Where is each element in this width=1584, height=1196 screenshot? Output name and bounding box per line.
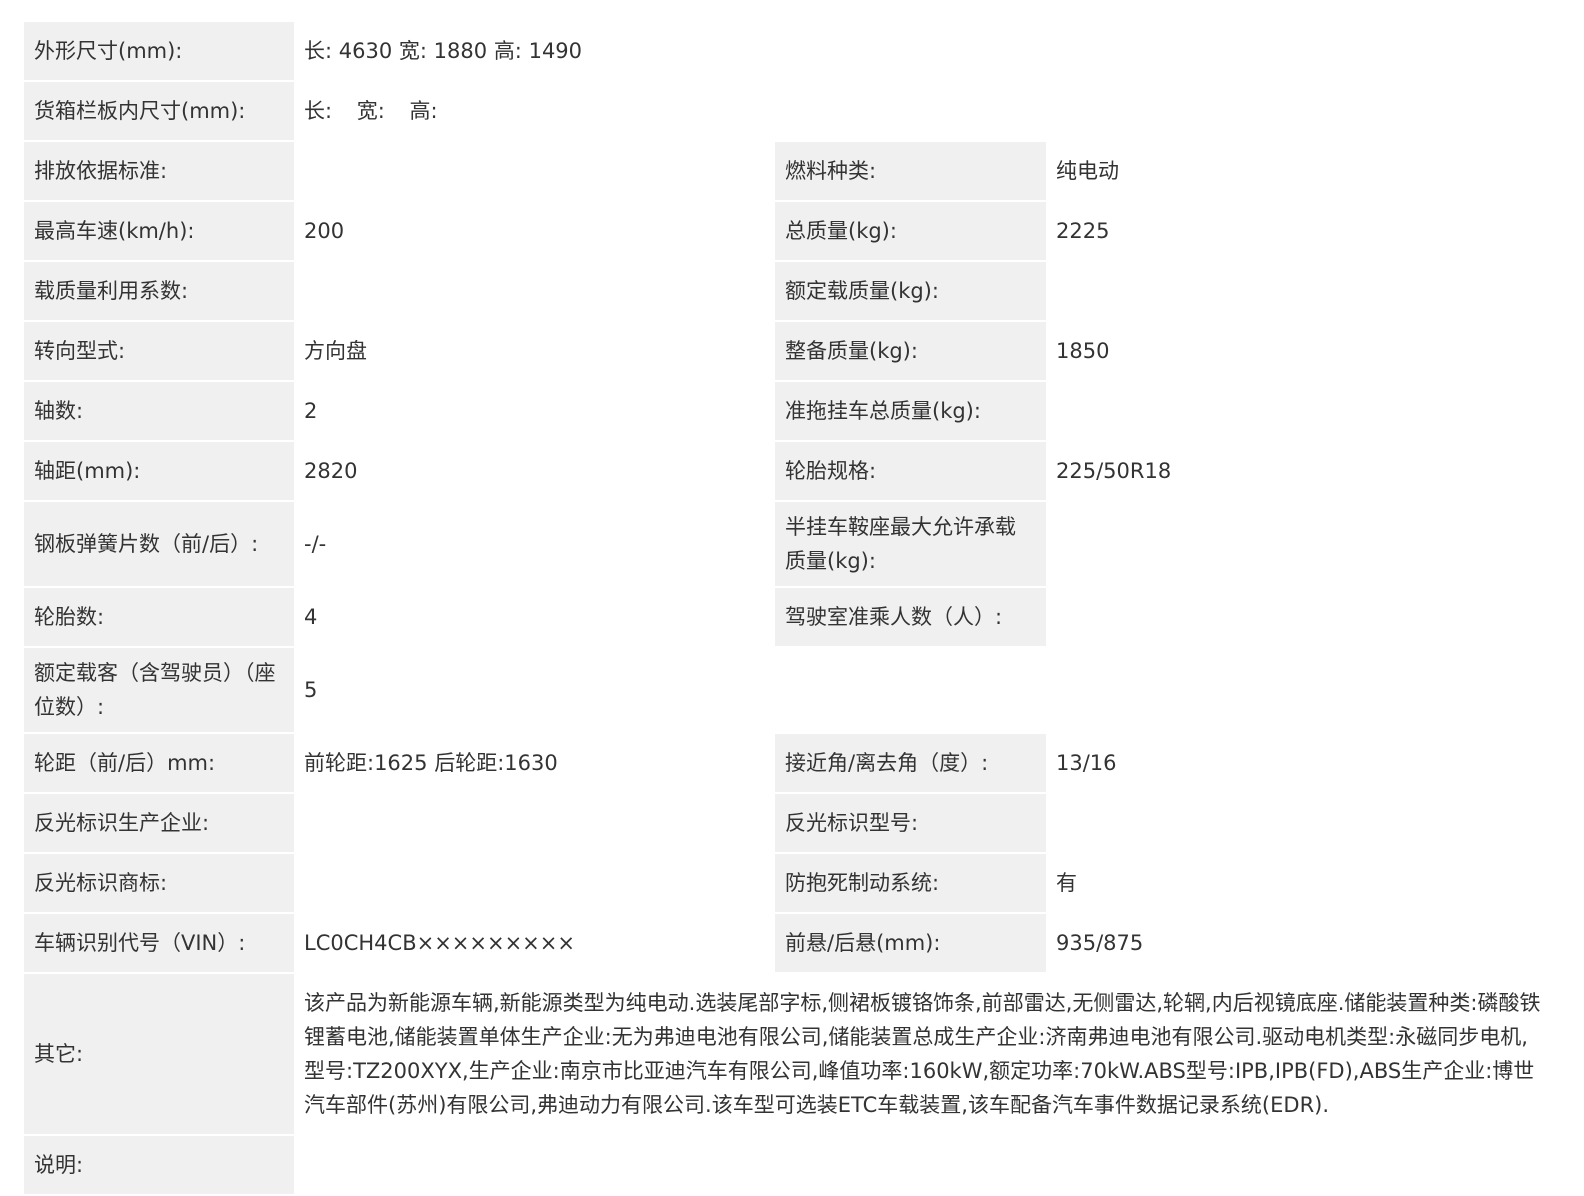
value-leaf-spring: -/- xyxy=(294,502,775,586)
spec-sheet: 外形尺寸(mm): 长: 4630 宽: 1880 高: 1490 货箱栏板内尺… xyxy=(24,20,1554,1196)
value-angles: 13/16 xyxy=(1046,734,1554,792)
label-leaf-spring: 钢板弹簧片数（前/后）: xyxy=(24,502,294,586)
label-emission: 排放依据标准: xyxy=(24,142,294,200)
row-vin: 车辆识别代号（VIN）: LC0CH4CB××××××××× 前悬/后悬(mm)… xyxy=(24,914,1554,972)
label-total-mass: 总质量(kg): xyxy=(775,202,1046,260)
value-saddle-load xyxy=(1046,502,1554,586)
row-cargo-box: 货箱栏板内尺寸(mm): 长: 宽: 高: xyxy=(24,82,1554,140)
value-total-mass: 2225 xyxy=(1046,202,1554,260)
row-dimensions: 外形尺寸(mm): 长: 4630 宽: 1880 高: 1490 xyxy=(24,22,1554,80)
cargo-width-label: 宽: xyxy=(356,99,385,123)
label-saddle-load: 半挂车鞍座最大允许承载质量(kg): xyxy=(775,502,1046,586)
label-wheelbase: 轴距(mm): xyxy=(24,442,294,500)
value-other: 该产品为新能源车辆,新能源类型为纯电动.选装尾部字标,侧裙板镀铬饰条,前部雷达,… xyxy=(294,974,1554,1134)
value-curb-mass: 1850 xyxy=(1046,322,1554,380)
value-cargo-box: 长: 宽: 高: xyxy=(294,82,1554,140)
cargo-length-label: 长: xyxy=(304,99,333,123)
value-tire-spec: 225/50R18 xyxy=(1046,442,1554,500)
row-speed: 最高车速(km/h): 200 总质量(kg): 2225 xyxy=(24,202,1554,260)
value-fuel-type: 纯电动 xyxy=(1046,142,1554,200)
length-label: 长: xyxy=(304,39,333,63)
value-overhang: 935/875 xyxy=(1046,914,1554,972)
row-reflect-brand: 反光标识商标: 防抱死制动系统: 有 xyxy=(24,854,1554,912)
height-label: 高: xyxy=(493,39,522,63)
label-load-coef: 载质量利用系数: xyxy=(24,262,294,320)
value-cab-occupants xyxy=(1046,588,1554,646)
label-reflect-model: 反光标识型号: xyxy=(775,794,1046,852)
label-tire-spec: 轮胎规格: xyxy=(775,442,1046,500)
value-trailer-mass xyxy=(1046,382,1554,440)
label-curb-mass: 整备质量(kg): xyxy=(775,322,1046,380)
row-steering: 转向型式: 方向盘 整备质量(kg): 1850 xyxy=(24,322,1554,380)
label-tire-count: 轮胎数: xyxy=(24,588,294,646)
value-reflect-maker xyxy=(294,794,775,852)
label-fuel-type: 燃料种类: xyxy=(775,142,1046,200)
width-value: 1880 xyxy=(433,39,488,63)
row-seats: 额定载客（含驾驶员）（座位数）: 5 xyxy=(24,648,1554,732)
label-max-speed: 最高车速(km/h): xyxy=(24,202,294,260)
value-wheelbase: 2820 xyxy=(294,442,775,500)
row-axles: 轴数: 2 准拖挂车总质量(kg): xyxy=(24,382,1554,440)
value-max-speed: 200 xyxy=(294,202,775,260)
label-other: 其它: xyxy=(24,974,294,1134)
row-reflect-maker: 反光标识生产企业: 反光标识型号: xyxy=(24,794,1554,852)
row-tires: 轮胎数: 4 驾驶室准乘人数（人）: xyxy=(24,588,1554,646)
row-emission: 排放依据标准: 燃料种类: 纯电动 xyxy=(24,142,1554,200)
label-seats: 额定载客（含驾驶员）（座位数）: xyxy=(24,648,294,732)
value-reflect-brand xyxy=(294,854,775,912)
height-value: 1490 xyxy=(528,39,583,63)
label-angles: 接近角/离去角（度）: xyxy=(775,734,1046,792)
label-abs: 防抱死制动系统: xyxy=(775,854,1046,912)
label-vin: 车辆识别代号（VIN）: xyxy=(24,914,294,972)
label-reflect-maker: 反光标识生产企业: xyxy=(24,794,294,852)
row-load-coef: 载质量利用系数: 额定载质量(kg): xyxy=(24,262,1554,320)
label-note: 说明: xyxy=(24,1136,294,1194)
label-cab-occupants: 驾驶室准乘人数（人）: xyxy=(775,588,1046,646)
label-cargo-box: 货箱栏板内尺寸(mm): xyxy=(24,82,294,140)
row-leaf-spring: 钢板弹簧片数（前/后）: -/- 半挂车鞍座最大允许承载质量(kg): xyxy=(24,502,1554,586)
label-axles: 轴数: xyxy=(24,382,294,440)
length-value: 4630 xyxy=(338,39,393,63)
label-dimensions: 外形尺寸(mm): xyxy=(24,22,294,80)
value-abs: 有 xyxy=(1046,854,1554,912)
row-wheelbase: 轴距(mm): 2820 轮胎规格: 225/50R18 xyxy=(24,442,1554,500)
label-steering: 转向型式: xyxy=(24,322,294,380)
label-rated-load: 额定载质量(kg): xyxy=(775,262,1046,320)
label-reflect-brand: 反光标识商标: xyxy=(24,854,294,912)
value-emission xyxy=(294,142,775,200)
value-reflect-model xyxy=(1046,794,1554,852)
cargo-height-label: 高: xyxy=(409,99,438,123)
row-note: 说明: xyxy=(24,1136,1554,1194)
row-other: 其它: 该产品为新能源车辆,新能源类型为纯电动.选装尾部字标,侧裙板镀铬饰条,前… xyxy=(24,974,1554,1134)
value-steering: 方向盘 xyxy=(294,322,775,380)
value-dimensions: 长: 4630 宽: 1880 高: 1490 xyxy=(294,22,1554,80)
label-track: 轮距（前/后）mm: xyxy=(24,734,294,792)
row-track: 轮距（前/后）mm: 前轮距:1625 后轮距:1630 接近角/离去角（度）:… xyxy=(24,734,1554,792)
value-tire-count: 4 xyxy=(294,588,775,646)
value-seats: 5 xyxy=(294,648,1554,732)
value-track: 前轮距:1625 后轮距:1630 xyxy=(294,734,775,792)
value-load-coef xyxy=(294,262,775,320)
value-vin: LC0CH4CB××××××××× xyxy=(294,914,775,972)
value-note xyxy=(294,1136,1554,1194)
label-trailer-mass: 准拖挂车总质量(kg): xyxy=(775,382,1046,440)
label-overhang: 前悬/后悬(mm): xyxy=(775,914,1046,972)
value-rated-load xyxy=(1046,262,1554,320)
width-label: 宽: xyxy=(398,39,427,63)
spec-table: 外形尺寸(mm): 长: 4630 宽: 1880 高: 1490 货箱栏板内尺… xyxy=(24,20,1554,1196)
value-axles: 2 xyxy=(294,382,775,440)
